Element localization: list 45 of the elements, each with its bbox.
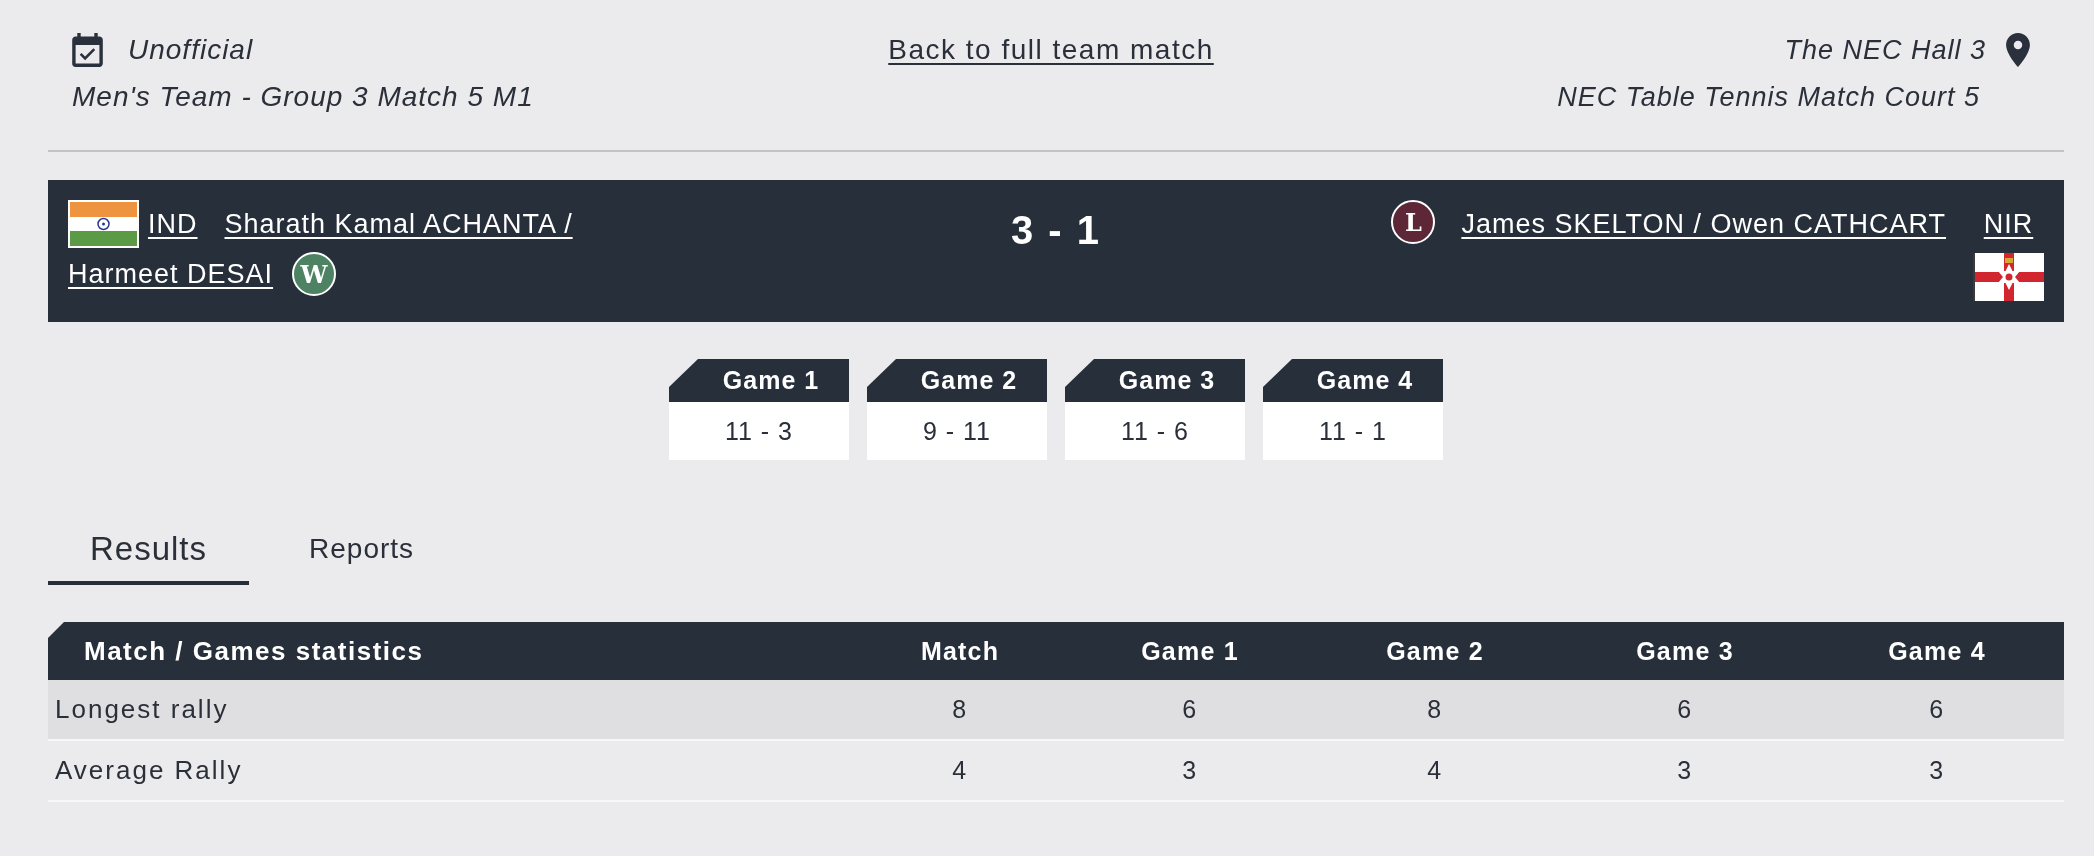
result-badge: L (1391, 200, 1436, 244)
game-score: 11 - 1 (1263, 402, 1443, 460)
table-cell-text: 3 (1181, 756, 1199, 785)
calendar-check-icon (72, 33, 103, 67)
table-cell-text: 6 (1181, 695, 1199, 724)
game-card-header: Game 4 (1263, 359, 1443, 402)
player-names-link[interactable]: Sharath Kamal ACHANTA / (224, 208, 573, 240)
game-score: 11 - 6 (1065, 402, 1245, 460)
flag-icon (68, 200, 139, 248)
column-header: Game 4 (1887, 636, 1987, 666)
column-header: Game 3 (1635, 636, 1735, 666)
row-label: Longest rally (54, 694, 230, 725)
back-link[interactable]: Back to full team match (888, 34, 1214, 65)
game-card-header: Game 2 (867, 359, 1047, 402)
table-cell-text: 3 (1676, 756, 1694, 785)
venue-name: The NEC Hall 3 (1784, 34, 1986, 67)
event-title: Men's Team - Group 3 Match 5 M1 (72, 80, 534, 114)
player-names-link[interactable]: James SKELTON / Owen CATHCART (1461, 208, 1946, 240)
game-card-header: Game 3 (1065, 359, 1245, 402)
column-header: Game 2 (1385, 636, 1485, 666)
game-card-header: Game 1 (669, 359, 849, 402)
game-score: 9 - 11 (867, 402, 1047, 460)
table-cell-text: 6 (1676, 695, 1694, 724)
table-cell-text: 4 (951, 756, 969, 785)
column-header: Game 1 (1140, 636, 1240, 666)
court-name: NEC Table Tennis Match Court 5 (1557, 81, 1981, 114)
tab[interactable]: Results (48, 515, 250, 585)
table-cell-text: 8 (951, 695, 969, 724)
column-header: Match (919, 636, 1001, 666)
table-cell-text: 3 (1928, 756, 1946, 785)
row-label: Average Rally (54, 755, 244, 786)
match-status: Unofficial (128, 33, 254, 67)
table-cell-text: 6 (1928, 695, 1946, 724)
flag-icon (1973, 253, 2044, 301)
location-pin-icon (2006, 33, 2030, 67)
country-link[interactable]: NIR (1983, 200, 2034, 248)
table-cell-text: 4 (1426, 756, 1444, 785)
country-link[interactable]: IND (148, 208, 198, 240)
match-score: 3 - 1 (1010, 207, 1101, 254)
player-names-link[interactable]: Harmeet DESAI (68, 258, 274, 290)
tab[interactable]: Reports (249, 515, 465, 585)
result-badge: W (292, 252, 337, 296)
column-header: Match / Games statistics (83, 635, 425, 667)
table-cell-text: 8 (1426, 695, 1444, 724)
game-score: 11 - 3 (669, 402, 849, 460)
